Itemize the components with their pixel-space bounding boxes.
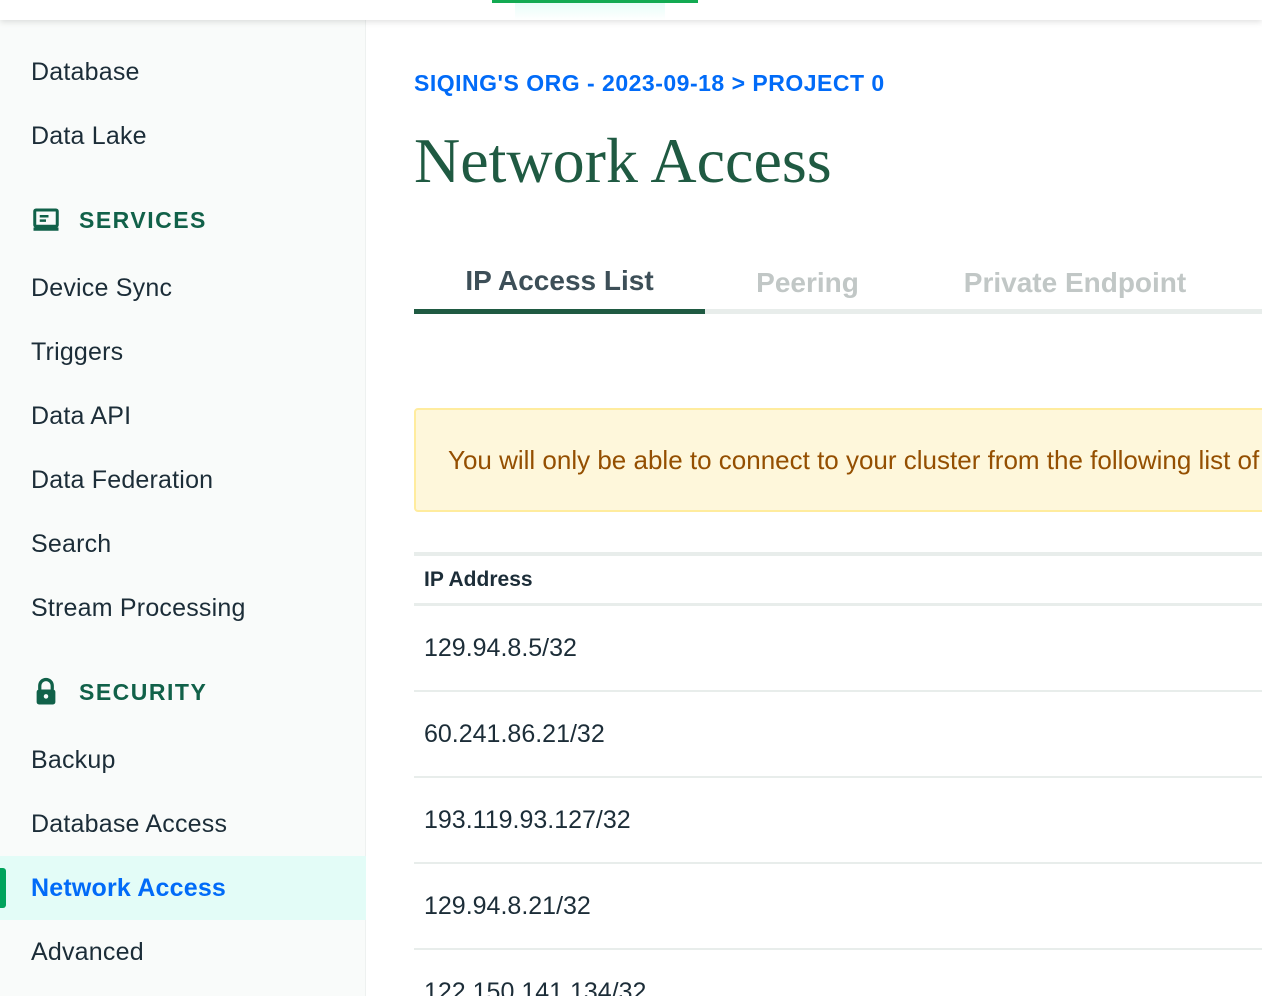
sidebar-item-data-federation[interactable]: Data Federation [0,448,366,512]
services-icon [33,208,59,231]
section-header-services: SERVICES [31,200,207,240]
sidebar-item-label: Data API [31,401,132,430]
sidebar-item-label: Data Federation [31,465,214,494]
ip-address-cell: 129.94.8.5/32 [424,633,577,662]
sidebar-item-backup[interactable]: Backup [0,728,366,792]
ip-address-cell: 122.150.141.134/32 [424,977,647,996]
ip-address-cell: 193.119.93.127/32 [424,805,631,834]
section-header-label: SERVICES [79,206,207,233]
sidebar-item-label: Advanced [31,937,144,966]
top-navigation-bar [0,0,1262,20]
page-title: Network Access [414,125,832,196]
sidebar-item-triggers[interactable]: Triggers [0,320,366,384]
tab-bar: IP Access List Peering Private Endpoint [414,252,1262,314]
tab-peering[interactable]: Peering [705,252,910,314]
sidebar-item-label: Triggers [31,337,124,366]
active-indicator [0,868,6,908]
sidebar-item-advanced[interactable]: Advanced [0,920,366,984]
table-row: 193.119.93.127/32 [414,778,1262,864]
sidebar-item-label: Backup [31,745,116,774]
sidebar-item-search[interactable]: Search [0,512,366,576]
table-row: 60.241.86.21/32 [414,692,1262,778]
sidebar-item-data-lake[interactable]: Data Lake [0,104,366,168]
sidebar: Database Data Lake SERVICES Device Sync … [0,20,366,996]
sidebar-item-database-access[interactable]: Database Access [0,792,366,856]
lock-icon [36,677,56,705]
sidebar-item-label: Stream Processing [31,593,246,622]
column-header-ip-address[interactable]: IP Address [414,556,1262,606]
table-row: 129.94.8.21/32 [414,864,1262,950]
sidebar-item-label: Database [31,57,140,86]
sidebar-item-label: Database Access [31,809,228,838]
info-banner: You will only be able to connect to your… [414,408,1262,512]
top-tab-highlight [515,0,665,20]
tab-ip-access-list[interactable]: IP Access List [414,252,705,314]
sidebar-item-database[interactable]: Database [0,40,366,104]
ip-address-cell: 129.94.8.21/32 [424,891,591,920]
section-header-label: SECURITY [79,678,208,705]
tab-private-endpoint[interactable]: Private Endpoint [910,252,1240,314]
top-tab-active-indicator [492,0,698,3]
sidebar-item-label: Device Sync [31,273,173,302]
sidebar-item-data-api[interactable]: Data API [0,384,366,448]
sidebar-item-label: Data Lake [31,121,147,150]
ip-address-cell: 60.241.86.21/32 [424,719,605,748]
table-row: 122.150.141.134/32 [414,950,1262,996]
main-content: SIQING'S ORG - 2023-09-18 > PROJECT 0 Ne… [366,20,1262,996]
section-header-security: SECURITY [31,672,207,712]
banner-text: You will only be able to connect to your… [448,444,1262,475]
sidebar-item-device-sync[interactable]: Device Sync [0,256,366,320]
sidebar-item-network-access[interactable]: Network Access [0,856,366,920]
table-row: 129.94.8.5/32 [414,606,1262,692]
sidebar-item-stream-processing[interactable]: Stream Processing [0,576,366,640]
sidebar-item-label: Network Access [31,873,227,902]
breadcrumb[interactable]: SIQING'S ORG - 2023-09-18 > PROJECT 0 [414,70,885,97]
ip-access-table: IP Address 129.94.8.5/32 60.241.86.21/32… [414,552,1262,996]
sidebar-item-label: Search [31,529,112,558]
